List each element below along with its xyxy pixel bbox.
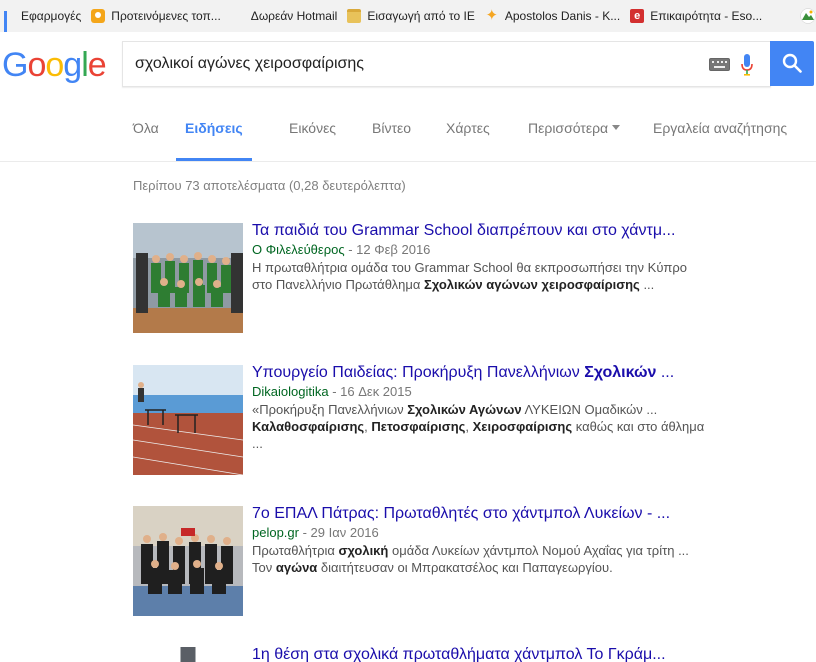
bookmark-label: Εισαγωγή από το IE xyxy=(367,9,475,23)
snippet-bold-text: Σχολικών αγώνων χειροσφαίρισης xyxy=(424,277,640,292)
result-source: Dikaiologitika xyxy=(252,384,329,399)
bookmark-label: Apostolos Danis - K... xyxy=(504,9,621,23)
result-stats: Περίπου 73 αποτελέσματα (0,28 δευτερόλεπ… xyxy=(133,178,406,193)
result-date: - 29 Ιαν 2016 xyxy=(298,525,379,540)
result-thumbnail[interactable] xyxy=(133,365,243,475)
apps-grid-icon xyxy=(4,10,15,32)
snippet-bold-text: αγώνα xyxy=(275,560,318,575)
result-snippet: Η πρωταθλήτρια ομάδα του Grammar School … xyxy=(252,259,707,293)
tab-all[interactable]: Όλα xyxy=(133,120,159,161)
bookmark-label: Δωρεάν Hotmail xyxy=(250,9,338,23)
result-thumbnail[interactable] xyxy=(133,223,243,333)
bookmark-apps[interactable]: Εφαρμογές xyxy=(0,0,87,32)
snippet-bold-text: Χειροσφαίρισης xyxy=(472,419,573,434)
bookmark-suggested-sites[interactable]: Προτεινόμενες τοπ... xyxy=(87,0,227,32)
snippet-bold-text: σχολική xyxy=(338,543,389,558)
snippet-bold-text: Σχολικών Αγώνων xyxy=(407,402,522,417)
tab-videos[interactable]: Βίντεο xyxy=(372,120,411,161)
result-source-line: pelop.gr - 29 Ιαν 2016 xyxy=(252,524,707,542)
result-title-link[interactable]: Τα παιδιά του Grammar School διαπρέπουν … xyxy=(252,221,707,241)
result-title-link[interactable]: Υπουργείο Παιδείας: Προκήρυξη Πανελλήνιω… xyxy=(252,363,707,383)
result-snippet: Πρωταθλήτρια σχολική ομάδα Λυκείων χάντμ… xyxy=(252,542,707,576)
tab-images[interactable]: Εικόνες xyxy=(289,120,336,161)
windows-logo-icon xyxy=(231,9,245,23)
bookmark-ie-import[interactable]: Εισαγωγή από το IE xyxy=(343,0,481,32)
microphone-icon[interactable] xyxy=(741,54,753,76)
tab-more[interactable]: Περισσότερα xyxy=(528,120,621,161)
bookmark-label: Επικαιρότητα - Eso... xyxy=(650,9,763,23)
caret-down-icon xyxy=(612,124,621,130)
result-thumbnail[interactable] xyxy=(133,647,243,662)
result-source: Ο Φιλελεύθερος xyxy=(252,242,345,257)
title-text: ... xyxy=(656,364,675,381)
snippet-text: ... xyxy=(639,277,655,292)
news-result: 7ο ΕΠΑΛ Πάτρας: Πρωταθλητές στο χάντμπολ… xyxy=(133,505,703,616)
result-text: Υπουργείο Παιδείας: Προκήρυξη Πανελλήνιω… xyxy=(252,363,707,452)
result-source-line: Dikaiologitika - 16 Δεκ 2015 xyxy=(252,383,707,401)
tab-more-label: Περισσότερα xyxy=(528,120,609,136)
snippet-text: «Προκήρυξη Πανελλήνιων xyxy=(252,402,408,417)
result-date: - 12 Φεβ 2016 xyxy=(344,242,431,257)
result-source: pelop.gr xyxy=(252,525,299,540)
mountain-icon[interactable] xyxy=(800,8,816,24)
keyboard-icon[interactable] xyxy=(709,58,730,71)
search-tabs: Όλα Ειδήσεις Εικόνες Βίντεο Χάρτες Περισ… xyxy=(0,98,816,162)
news-result: 1η θέση στα σχολικά πρωταθλήματα χάντμπο… xyxy=(133,647,703,662)
snippet-text: διαιτήτευσαν οι Μπρακατσέλος και Παπαγεω… xyxy=(317,560,613,575)
snippet-text: ΛΥΚΕΙΩΝ Ομαδικών ... xyxy=(521,402,658,417)
bookmark-label: Προτεινόμενες τοπ... xyxy=(111,9,221,23)
search-header: Google xyxy=(0,32,816,98)
result-date: - 16 Δεκ 2015 xyxy=(328,384,412,399)
bookmarks-bar: Εφαρμογές Προτεινόμενες τοπ... Δωρεάν Ho… xyxy=(0,0,816,33)
news-result: Υπουργείο Παιδείας: Προκήρυξη Πανελλήνιω… xyxy=(133,364,704,475)
bookmark-label: Εφαρμογές xyxy=(21,9,82,23)
google-logo[interactable]: Google xyxy=(2,46,107,85)
result-text: 1η θέση στα σχολικά πρωταθλήματα χάντμπο… xyxy=(252,647,703,662)
result-text: Τα παιδιά του Grammar School διαπρέπουν … xyxy=(252,221,707,293)
snippet-bold-text: Πετοσφαίρισης xyxy=(371,419,466,434)
bookmark-news[interactable]: e Επικαιρότητα - Eso... xyxy=(626,0,768,32)
e-square-icon: e xyxy=(630,9,645,23)
bookmark-hotmail[interactable]: Δωρεάν Hotmail xyxy=(227,0,344,32)
tab-search-tools[interactable]: Εργαλεία αναζήτησης xyxy=(653,120,787,161)
result-source-line: Ο Φιλελεύθερος - 12 Φεβ 2016 xyxy=(252,241,707,259)
result-snippet: «Προκήρυξη Πανελλήνιων Σχολικών Αγώνων Λ… xyxy=(252,401,707,452)
result-title-link[interactable]: 1η θέση στα σχολικά πρωταθλήματα χάντμπο… xyxy=(252,647,703,662)
star-icon: ✦ xyxy=(485,7,499,24)
title-bold-text: Σχολικών xyxy=(584,364,657,381)
tab-news[interactable]: Ειδήσεις xyxy=(176,120,252,161)
result-title-link[interactable]: 7ο ΕΠΑΛ Πάτρας: Πρωταθλητές στο χάντμπολ… xyxy=(252,504,707,524)
tab-maps[interactable]: Χάρτες xyxy=(446,120,490,161)
news-result: Τα παιδιά του Grammar School διαπρέπουν … xyxy=(133,222,703,333)
snippet-text: , xyxy=(465,419,473,434)
folder-icon xyxy=(347,9,362,23)
bookmark-apostolos[interactable]: ✦ Apostolos Danis - K... xyxy=(481,0,626,32)
result-text: 7ο ΕΠΑΛ Πάτρας: Πρωταθλητές στο χάντμπολ… xyxy=(252,504,707,576)
result-thumbnail[interactable] xyxy=(133,506,243,616)
title-text: Υπουργείο Παιδείας: Προκήρυξη Πανελλήνιω… xyxy=(252,364,585,381)
search-icon xyxy=(782,53,802,73)
search-box xyxy=(122,41,771,87)
snippet-bold-text: Καλαθοσφαίρισης xyxy=(252,419,365,434)
snippet-text: Πρωταθλήτρια xyxy=(252,543,339,558)
lightbulb-icon xyxy=(91,9,106,23)
search-input[interactable] xyxy=(133,50,697,78)
search-button[interactable] xyxy=(770,41,814,86)
